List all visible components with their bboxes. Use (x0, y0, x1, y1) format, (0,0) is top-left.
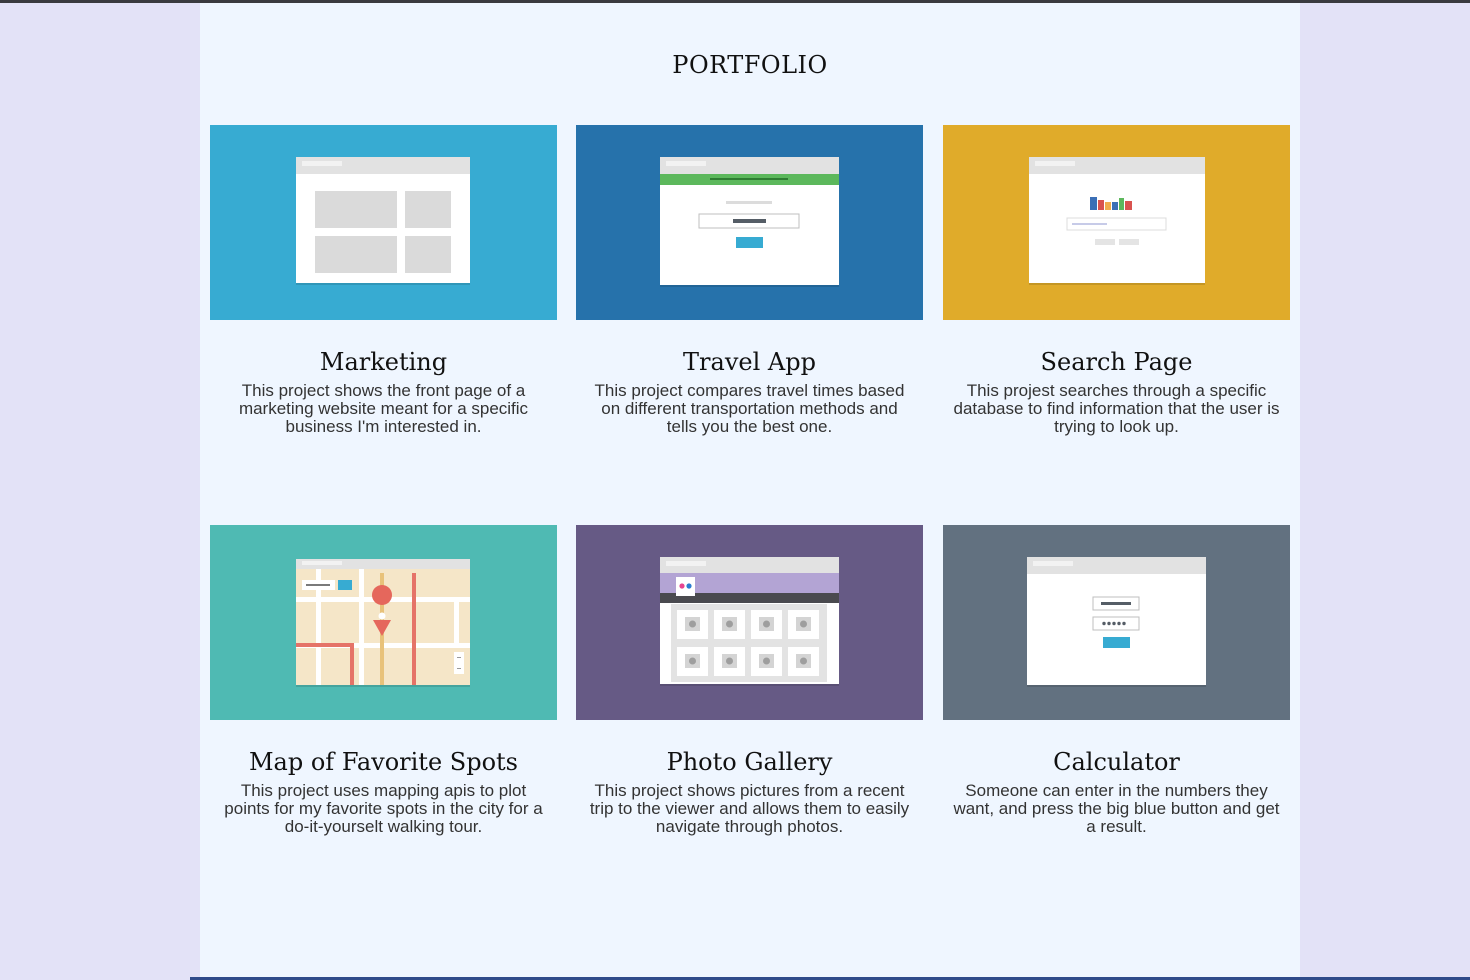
project-card-photo-gallery[interactable]: Photo Gallery This project shows picture… (576, 525, 923, 836)
project-card-marketing[interactable]: Marketing This project shows the front p… (210, 125, 557, 436)
project-description: This project shows the front page of a m… (238, 381, 529, 436)
project-title: Travel App (683, 348, 816, 376)
project-title: Calculator (1053, 748, 1180, 776)
map-thumbnail[interactable] (210, 525, 557, 720)
project-card-travel-app[interactable]: Travel App This project compares travel … (576, 125, 923, 436)
project-title: Search Page (1040, 348, 1193, 376)
travel-app-thumbnail[interactable] (576, 125, 923, 320)
photo-gallery-thumbnail[interactable] (576, 525, 923, 720)
search-page-wireframe-icon (1029, 157, 1205, 285)
marketing-thumbnail[interactable] (210, 125, 557, 320)
search-page-thumbnail[interactable] (943, 125, 1290, 320)
project-description: This project compares travel times based… (594, 381, 905, 436)
project-description: This projest searches through a specific… (953, 381, 1280, 436)
map-wireframe-icon (296, 559, 470, 687)
project-title: Photo Gallery (666, 748, 833, 776)
project-description: This project uses mapping apis to plot p… (224, 781, 543, 836)
project-card-map[interactable]: Map of Favorite Spots This project uses … (210, 525, 557, 836)
portfolio-section: PORTFOLIO Marketing This project shows t… (200, 3, 1300, 980)
photo-gallery-wireframe-icon (660, 557, 839, 686)
project-title: Map of Favorite Spots (248, 748, 518, 776)
project-description: Someone can enter in the numbers they wa… (953, 781, 1280, 836)
project-description: This project shows pictures from a recen… (589, 781, 910, 836)
page-title: PORTFOLIO (672, 51, 828, 79)
calculator-wireframe-icon (1027, 557, 1206, 687)
project-card-calculator[interactable]: Calculator Someone can enter in the numb… (943, 525, 1290, 836)
project-card-search-page[interactable]: Search Page This projest searches throug… (943, 125, 1290, 436)
marketing-wireframe-icon (296, 157, 470, 285)
travel-app-wireframe-icon (660, 157, 839, 287)
project-title: Marketing (319, 348, 448, 376)
calculator-thumbnail[interactable] (943, 525, 1290, 720)
